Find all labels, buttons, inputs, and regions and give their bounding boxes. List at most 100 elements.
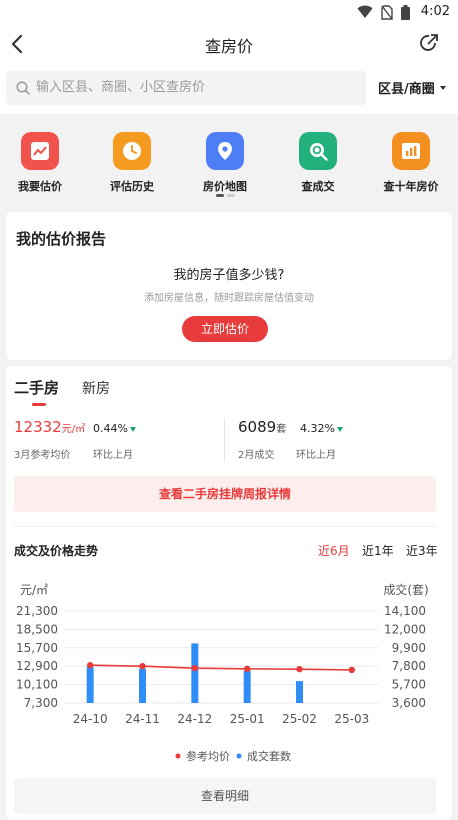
legend-count-label: 成交套数 — [247, 749, 291, 763]
caret-down-icon[interactable] — [440, 86, 446, 90]
quick-nav-history[interactable]: 评估历史 — [92, 132, 172, 194]
status-bar: 4:02 — [0, 0, 458, 24]
price-point — [243, 665, 251, 673]
search-row: 区县/商圈 — [0, 64, 458, 114]
transaction-count-unit: 套 — [276, 424, 287, 435]
view-details-button[interactable]: 查看明细 — [14, 778, 436, 814]
page-indicator — [216, 194, 235, 197]
transaction-label: 2月成交 — [238, 450, 275, 461]
transaction-count: 6089套 — [238, 418, 286, 436]
ref-price-label: 3月参考均价 — [14, 450, 71, 461]
transaction-change-label: 环比上月 — [296, 450, 336, 461]
divider — [14, 526, 436, 527]
ref-price-value: 12332 — [14, 418, 62, 436]
right-tick-label: 7,800 — [392, 659, 426, 673]
valuation-question: 我的房子值多少钱? — [173, 268, 285, 283]
map-pin-icon — [206, 132, 244, 170]
quick-nav: 我要估价 评估历史 房价地图 查成交 查十年房价 — [0, 114, 458, 206]
page-dot — [227, 194, 235, 197]
down-arrow-icon — [336, 426, 343, 432]
transaction-change-value: 4.32% — [300, 422, 335, 435]
bar — [296, 681, 303, 703]
ref-price-change-label: 环比上月 — [93, 450, 133, 461]
right-tick-label: 9,900 — [392, 641, 426, 655]
left-tick-label: 7,300 — [24, 696, 58, 710]
bar-chart-icon — [392, 132, 430, 170]
x-tick-label: 24-12 — [177, 712, 212, 726]
battery-icon — [401, 4, 410, 20]
x-tick-label: 25-01 — [230, 712, 265, 726]
weekly-report-link[interactable]: 查看二手房挂牌周报详情 — [14, 476, 436, 512]
share-icon[interactable] — [418, 32, 440, 54]
quick-nav-label: 查成交 — [301, 180, 335, 193]
price-point — [348, 666, 356, 674]
down-arrow-icon — [129, 426, 136, 432]
ref-price: 12332元/㎡ — [14, 418, 85, 436]
ref-price-change: 0.44% — [93, 422, 136, 435]
market-card: 二手房 新房 12332元/㎡ 0.44% 3月参考均价 环比上月 6089套 … — [6, 366, 452, 820]
bar — [191, 643, 199, 703]
range-6-months[interactable]: 近6月 — [318, 542, 350, 559]
ref-price-change-value: 0.44% — [93, 422, 128, 435]
ref-price-unit: 元/㎡ — [61, 424, 86, 435]
left-tick-label: 21,300 — [16, 604, 58, 618]
right-tick-label: 3,600 — [392, 696, 426, 710]
quick-nav-valuation[interactable]: 我要估价 — [0, 132, 80, 194]
top-navbar: 查房价 — [0, 24, 458, 64]
tab-new-house[interactable]: 新房 — [82, 378, 110, 398]
left-tick-label: 12,900 — [16, 659, 58, 673]
valuate-now-button[interactable]: 立即估价 — [182, 316, 268, 342]
quick-nav-label: 评估历史 — [110, 180, 154, 193]
wifi-icon — [357, 5, 373, 18]
quick-nav-label: 我要估价 — [18, 180, 62, 193]
search-input[interactable] — [36, 71, 356, 105]
active-tab-indicator — [32, 403, 46, 406]
left-axis-label: 元/㎡ — [20, 583, 48, 597]
range-3-years[interactable]: 近3年 — [406, 542, 438, 559]
price-point — [139, 663, 146, 670]
clock-icon — [113, 132, 151, 170]
right-tick-label: 5,700 — [392, 678, 426, 692]
quick-nav-label: 查十年房价 — [383, 180, 439, 193]
range-1-year[interactable]: 近1年 — [362, 542, 394, 559]
quick-nav-map[interactable]: 房价地图 — [185, 132, 265, 194]
page-dot — [216, 194, 224, 197]
right-tick-label: 14,100 — [384, 604, 426, 618]
quick-nav-label: 房价地图 — [203, 180, 247, 193]
transaction-count-value: 6089 — [238, 418, 277, 436]
quick-nav-ten-year[interactable]: 查十年房价 — [371, 132, 451, 194]
district-filter-button[interactable]: 区县/商圈 — [378, 78, 435, 97]
right-tick-label: 12,000 — [384, 622, 426, 636]
transaction-change: 4.32% — [300, 422, 343, 435]
x-tick-label: 25-03 — [334, 712, 369, 726]
quick-nav-transactions[interactable]: 查成交 — [278, 132, 358, 194]
legend-price-label: 参考均价 — [186, 749, 230, 763]
trend-chart: 元/㎡ 成交(套) 21,300 18,500 15,700 12,900 10,100 7,… — [16, 582, 429, 763]
legend-price-marker — [175, 753, 181, 759]
status-icons — [357, 4, 410, 20]
tab-second-hand[interactable]: 二手房 — [14, 377, 59, 398]
valuation-subtitle: 添加房屋信息，随时跟踪房屋估值变动 — [144, 293, 314, 304]
page-title: 查房价 — [204, 37, 253, 56]
trend-title: 成交及价格走势 — [14, 544, 99, 558]
valuation-report-card: 我的估价报告 我的房子值多少钱? 添加房屋信息，随时跟踪房屋估值变动 立即估价 — [6, 212, 452, 360]
price-point — [296, 665, 303, 673]
no-sim-icon — [381, 4, 393, 20]
bar — [86, 667, 94, 703]
x-tick-label: 25-02 — [282, 712, 317, 726]
left-tick-label: 10,100 — [16, 678, 58, 692]
price-point — [191, 664, 199, 672]
valuation-title: 我的估价报告 — [16, 230, 107, 248]
trend-chart-icon — [21, 132, 59, 170]
legend-count-marker — [236, 753, 242, 759]
left-tick-label: 15,700 — [16, 641, 58, 655]
x-tick-label: 24-10 — [73, 712, 108, 726]
price-point — [86, 662, 94, 669]
bar — [243, 670, 251, 703]
left-tick-label: 18,500 — [16, 622, 58, 636]
bar — [139, 668, 146, 703]
status-time: 4:02 — [420, 4, 450, 19]
stat-divider — [224, 418, 225, 462]
search-icon — [16, 81, 31, 96]
search-box[interactable] — [6, 71, 366, 105]
